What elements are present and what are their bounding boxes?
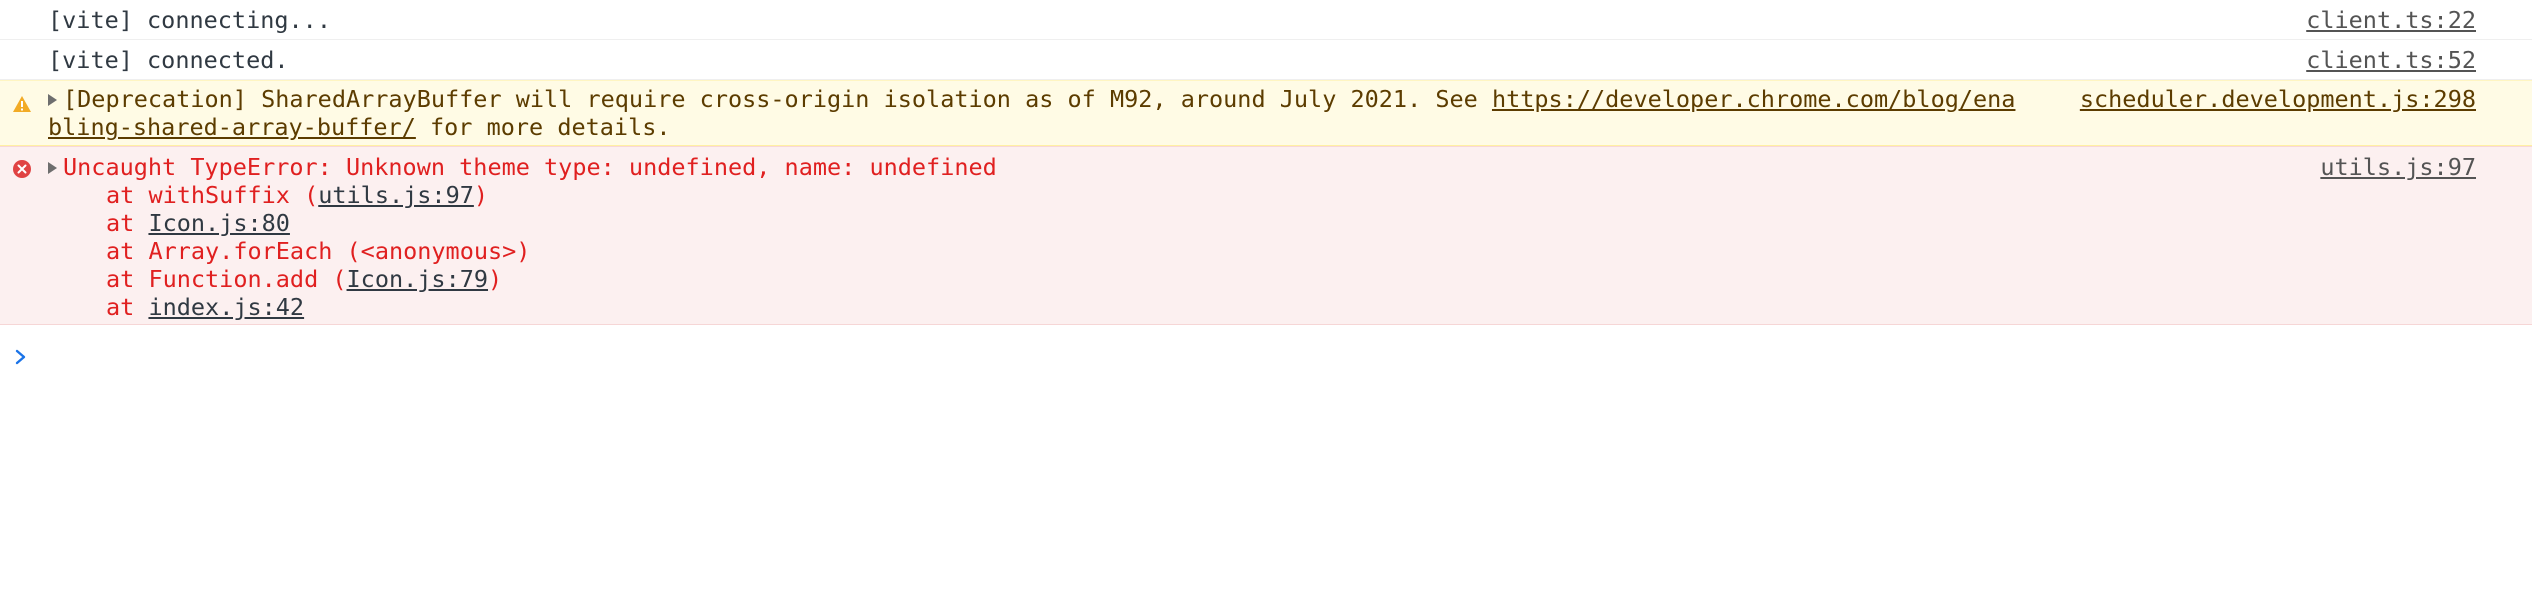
stack-frame-text: ) — [473, 181, 489, 209]
warning-message-text: [Deprecation] SharedArrayBuffer will req… — [63, 85, 1492, 113]
source-link[interactable]: scheduler.development.js:298 — [2080, 85, 2476, 113]
error-circle-icon — [12, 157, 32, 185]
stack-frame-link[interactable]: Icon.js:79 — [347, 265, 488, 293]
expand-triangle-icon[interactable] — [48, 162, 57, 174]
error-message-text: Uncaught TypeError: Unknown theme type: … — [63, 153, 997, 181]
stack-frame: at index.js:42 — [48, 293, 2476, 321]
stack-frame: at Icon.js:80 — [48, 209, 2476, 237]
console-message-warning: [Deprecation] SharedArrayBuffer will req… — [0, 80, 2532, 146]
deprecation-link-continued[interactable]: bling-shared-array-buffer/ — [48, 113, 416, 141]
deprecation-link[interactable]: https://developer.chrome.com/blog/ena — [1492, 85, 2015, 113]
console-message-error: Uncaught TypeError: Unknown theme type: … — [0, 146, 2532, 325]
console-message-log: [vite] connecting... client.ts:22 — [0, 0, 2532, 40]
stack-frame-text: at withSuffix ( — [106, 181, 319, 209]
console-input[interactable] — [48, 325, 2448, 363]
stack-frame: at Function.add (Icon.js:79) — [48, 265, 2476, 293]
warning-triangle-icon — [12, 91, 32, 119]
stack-frame-text: at Array.forEach (<anonymous>) — [106, 237, 531, 265]
source-link[interactable]: client.ts:52 — [2306, 40, 2476, 80]
stack-frame-link[interactable]: index.js:42 — [148, 293, 304, 321]
log-message-text: [vite] connecting... — [48, 6, 331, 34]
stack-frame: at withSuffix (utils.js:97) — [48, 181, 2476, 209]
stack-frame-link[interactable]: utils.js:97 — [318, 181, 474, 209]
stack-frame-text: at — [106, 293, 149, 321]
chevron-right-icon — [14, 337, 28, 377]
stack-frame-link[interactable]: Icon.js:80 — [148, 209, 289, 237]
console-message-log: [vite] connected. client.ts:52 — [0, 40, 2532, 80]
log-message-text: [vite] connected. — [48, 46, 289, 74]
warning-message-suffix: for more details. — [415, 113, 671, 141]
stack-frame: at Array.forEach (<anonymous>) — [48, 237, 2476, 265]
stack-frame-text: ) — [488, 265, 503, 293]
console-panel: [vite] connecting... client.ts:22 [vite]… — [0, 0, 2532, 606]
console-prompt[interactable] — [0, 325, 2532, 365]
stack-frame-text: at — [106, 209, 149, 237]
source-link[interactable]: client.ts:22 — [2306, 0, 2476, 40]
stack-frame-text: at Function.add ( — [106, 265, 347, 293]
source-link[interactable]: utils.js:97 — [2320, 153, 2476, 181]
expand-triangle-icon[interactable] — [48, 94, 57, 106]
